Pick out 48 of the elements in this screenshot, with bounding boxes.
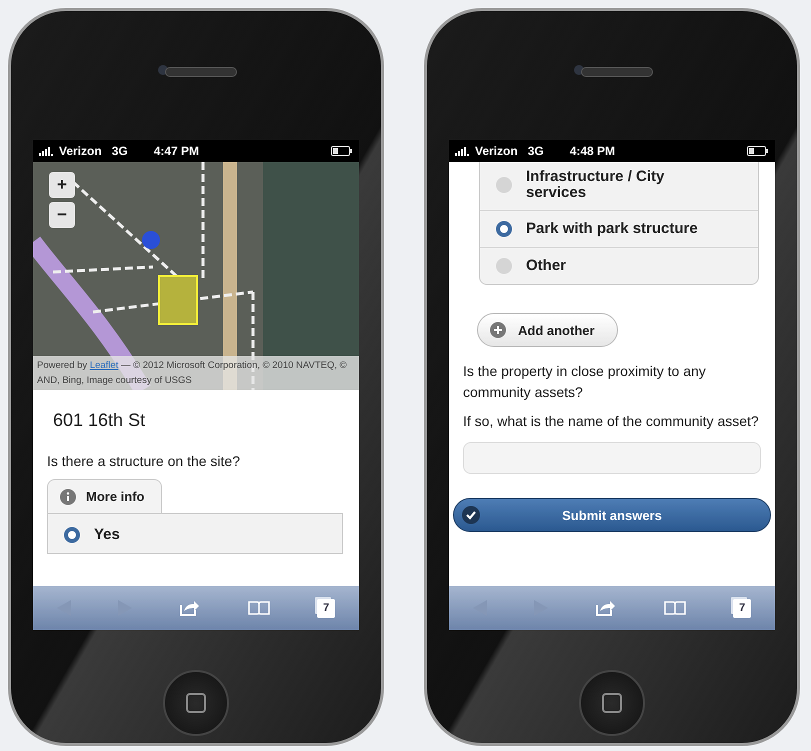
location-marker (142, 231, 160, 249)
zoom-out-button[interactable]: − (49, 202, 75, 228)
camera-icon (574, 65, 584, 75)
speaker-grille (581, 67, 653, 77)
book-icon[interactable] (664, 601, 686, 615)
battery-icon (331, 146, 353, 156)
radio-option[interactable]: Other (480, 247, 758, 284)
speaker-grille (165, 67, 237, 77)
map-attribution: Powered by Leaflet — © 2012 Microsoft Corporation, © 2010 NAVTEQ, © AND, Bing, Image courtesy of USGS (33, 356, 359, 390)
address-heading: 601 16th St (52, 409, 146, 431)
parcel-highlight (158, 275, 198, 325)
network-type: 3G (528, 144, 544, 158)
battery-icon (747, 146, 769, 156)
radio-option[interactable]: Yes (48, 514, 342, 553)
answer-field[interactable] (463, 442, 761, 474)
status-time: 4:47 PM (154, 144, 200, 158)
more-info-tab[interactable]: More info (47, 479, 162, 513)
signal-icon (39, 146, 55, 156)
network-type: 3G (112, 144, 128, 158)
radio-option[interactable]: Park with park structure (480, 210, 758, 247)
camera-icon (158, 65, 168, 75)
submit-button[interactable]: Submit answers (453, 498, 771, 532)
add-another-button[interactable]: Add another (477, 313, 618, 347)
option-label: Infrastructure / City services (526, 169, 666, 201)
book-icon[interactable] (248, 601, 270, 615)
radio-button[interactable] (496, 221, 512, 237)
question-text: If so, what is the name of the community asset? (463, 412, 760, 431)
tabs-button[interactable]: 7 (733, 598, 752, 618)
radio-button[interactable] (496, 258, 512, 274)
question-text: Is the property in close proximity to any community assets? (463, 362, 707, 402)
info-icon (60, 488, 76, 504)
radio-button[interactable] (64, 527, 80, 543)
option-label: Park with park structure (526, 221, 698, 237)
option-label: Yes (94, 527, 120, 543)
option-label: Other (526, 258, 566, 274)
plus-icon (490, 322, 506, 338)
carrier-name: Verizon (475, 144, 518, 158)
radio-option[interactable]: Infrastructure / City services (480, 162, 758, 210)
signal-icon (455, 146, 471, 156)
tabs-button[interactable]: 7 (317, 598, 336, 618)
radio-button[interactable] (496, 177, 512, 193)
question-text: Is there a structure on the site? (46, 452, 241, 471)
status-time: 4:48 PM (570, 144, 616, 158)
zoom-in-button[interactable]: + (49, 172, 75, 198)
share-icon[interactable] (596, 600, 616, 616)
check-icon (462, 506, 480, 524)
carrier-name: Verizon (59, 144, 102, 158)
share-icon[interactable] (180, 600, 200, 616)
